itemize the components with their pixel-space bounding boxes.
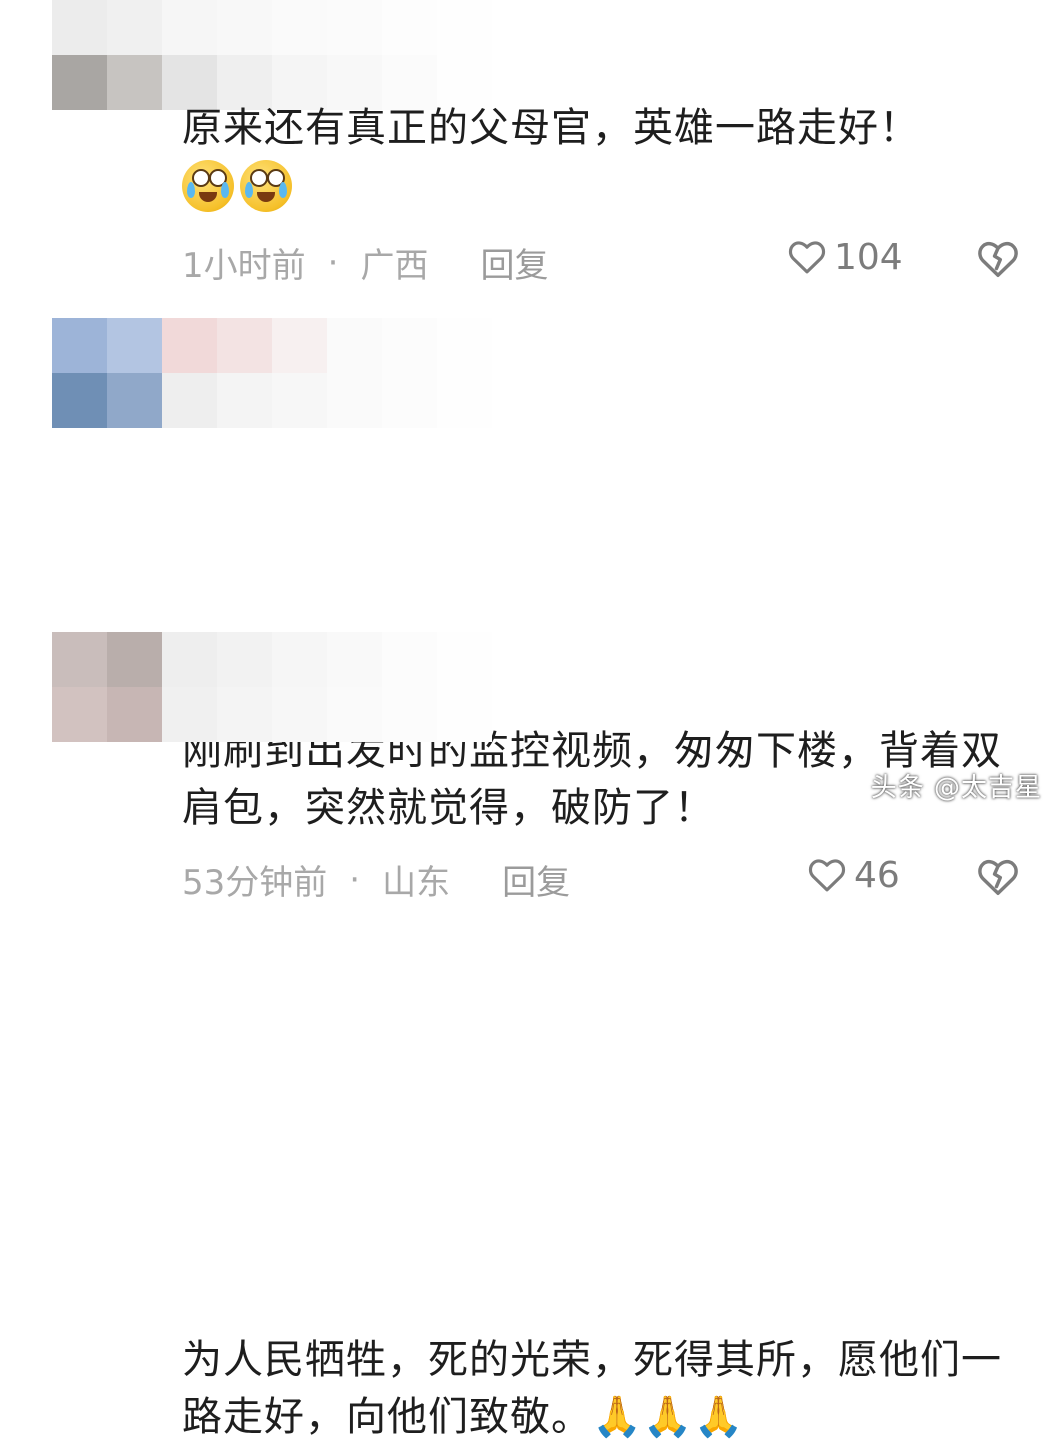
comment-time: 53分钟前 [182,863,328,903]
like-count: 46 [854,854,900,896]
meta-separator: · [327,242,339,283]
crying-laughing-face-icon [182,160,234,212]
broken-heart-icon[interactable] [975,236,1021,282]
comment-location: 山东 [382,863,451,903]
comment-item: 原来还有真正的父母官，英雄一路走好！ 1小时前 · 广西 回复 104 [0,0,1064,300]
like-button[interactable]: 104 [786,236,903,278]
comment-time: 1小时前 [182,246,306,286]
pixelated-avatar-username [52,318,492,428]
comment-text: 为人民牺牲，死的光荣，死得其所，愿他们一路走好，向他们致敬。🙏🙏🙏 [182,1332,1012,1446]
heart-icon [808,859,846,892]
emoji-row [182,160,292,212]
comment-meta: 1小时前 · 广西 回复 [182,238,548,287]
broken-heart-icon[interactable] [975,854,1021,900]
comment-location: 广西 [360,246,429,286]
comment-item: 刚刷到出发时的监控视频，匆匆下楼，背着双肩包，突然就觉得，破防了！ 53分钟前 … [0,318,1064,903]
pixelated-avatar-username [52,632,492,742]
pixelated-avatar-username [52,0,492,110]
folded-hands-icon: 🙏🙏🙏 [592,1394,745,1440]
crying-laughing-face-icon [240,160,292,212]
reply-button[interactable]: 回复 [502,855,570,904]
watermark: 头条 @太吉星 [870,773,1042,803]
reply-button[interactable]: 回复 [480,238,548,287]
heart-icon [788,241,826,274]
comment-meta: 53分钟前 · 山东 回复 [182,855,570,904]
like-button[interactable]: 46 [806,854,900,896]
comment-text: 原来还有真正的父母官，英雄一路走好！ [182,105,920,151]
like-count: 104 [834,236,903,278]
meta-separator: · [349,859,361,900]
